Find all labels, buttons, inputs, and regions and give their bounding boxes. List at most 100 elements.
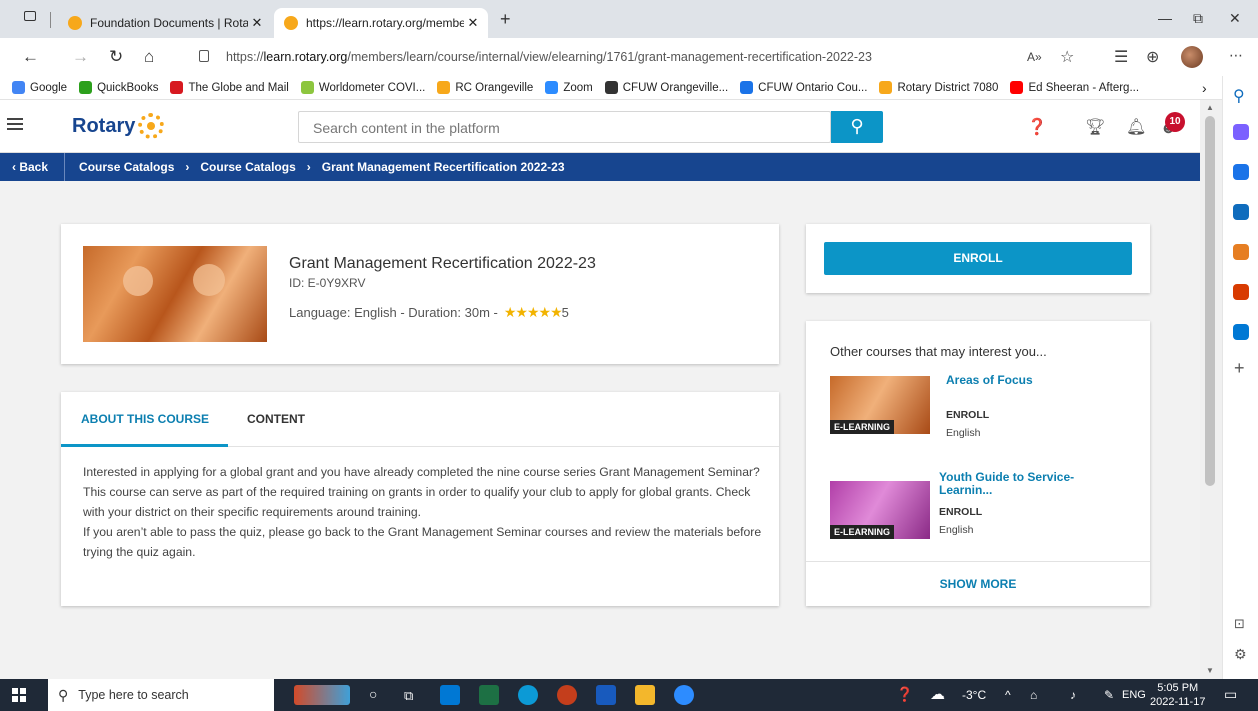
window-close-icon[interactable]: ✕ — [1229, 10, 1241, 27]
bookmarks-overflow-icon[interactable]: › — [1202, 80, 1207, 96]
browser-tab-foundation-documents[interactable]: Foundation Documents | Rotary I ✕ — [58, 8, 272, 38]
course-title: Grant Management Recertification 2022-23 — [289, 255, 596, 272]
tab-content[interactable]: CONTENT — [247, 412, 305, 426]
favorites-list-icon[interactable]: ☰ — [1114, 47, 1128, 67]
show-more-link[interactable]: SHOW MORE — [806, 577, 1150, 591]
pen-icon[interactable]: ✎ — [1104, 688, 1114, 702]
tab-close-icon[interactable]: ✕ — [464, 15, 482, 31]
windows-start-icon[interactable] — [12, 688, 26, 702]
help-icon[interactable]: ❓ — [1027, 117, 1047, 136]
home-icon[interactable]: ⌂ — [144, 47, 154, 67]
shopping-tag-icon[interactable] — [1233, 164, 1249, 180]
file-explorer-icon[interactable] — [635, 685, 655, 705]
bookmark-cfuw-ontario[interactable]: CFUW Ontario Cou... — [740, 81, 867, 94]
scroll-down-icon[interactable]: ▼ — [1206, 666, 1214, 675]
scrollbar-thumb[interactable] — [1205, 116, 1215, 486]
course-thumbnail[interactable]: E-LEARNING — [830, 376, 930, 434]
tools-icon[interactable] — [1233, 204, 1249, 220]
breadcrumb: ‹ Back Course Catalogs › Course Catalogs… — [0, 153, 1200, 181]
help-icon[interactable]: ❓ — [896, 686, 913, 703]
course-thumbnail[interactable]: E-LEARNING — [830, 481, 930, 539]
office-icon[interactable] — [1233, 284, 1249, 300]
network-icon[interactable]: ⌂ — [1030, 688, 1037, 702]
restore-icon[interactable]: ⧉ — [1193, 10, 1203, 27]
course-link-areas-of-focus[interactable]: Areas of Focus — [946, 374, 1136, 387]
search-icon[interactable]: ⚲ — [1233, 86, 1245, 106]
active-tab-indicator — [61, 444, 228, 447]
bookmark-rc-orangeville[interactable]: RC Orangeville — [437, 81, 533, 94]
read-aloud-icon[interactable]: A» — [1027, 50, 1042, 64]
trophy-icon[interactable]: 🏆︎ — [1085, 117, 1105, 136]
favorite-star-icon[interactable]: ☆ — [1060, 47, 1074, 67]
sidebar-toggle-icon[interactable]: ⊡ — [1234, 616, 1245, 632]
bookmark-worldometer[interactable]: Worldometer COVI... — [300, 81, 425, 94]
back-link[interactable]: ‹ Back — [0, 153, 66, 181]
bookmark-globe-and-mail[interactable]: The Globe and Mail — [170, 81, 289, 94]
minimize-icon[interactable]: — — [1158, 10, 1172, 26]
cfuw-icon — [740, 81, 754, 94]
outlook-icon[interactable] — [1233, 324, 1249, 340]
enroll-button[interactable]: ENROLL — [824, 242, 1132, 275]
breadcrumb-item-course-catalogs[interactable]: Course Catalogs — [200, 160, 295, 174]
search-button[interactable]: ⚲ — [831, 111, 883, 143]
zoom-app-icon[interactable] — [674, 685, 694, 705]
back-arrow-icon[interactable]: ← — [22, 47, 39, 67]
site-header: Rotary Search content in the platform ⚲ … — [0, 100, 1200, 153]
tab-close-icon[interactable]: ✕ — [248, 15, 266, 31]
language-indicator[interactable]: ENG — [1122, 689, 1146, 701]
tab-separator — [50, 12, 51, 28]
hamburger-menu-icon[interactable] — [7, 118, 23, 130]
outlook-app-icon[interactable] — [440, 685, 460, 705]
breadcrumb-item-course-catalogs[interactable]: Course Catalogs — [79, 160, 174, 174]
taskbar-search-placeholder: Type here to search — [78, 688, 189, 702]
tab-title: https://learn.rotary.org/member — [306, 16, 464, 30]
course-link-youth-guide[interactable]: Youth Guide to Service-Learnin... — [939, 471, 1109, 497]
notifications-icon[interactable]: ▭ — [1224, 686, 1237, 703]
page-scrollbar[interactable]: ▲ ▼ — [1200, 100, 1222, 679]
settings-gear-icon[interactable]: ⚙ — [1234, 646, 1247, 663]
taskbar-clock[interactable]: 5:05 PM 2022-11-17 — [1150, 681, 1205, 709]
news-widget-icon[interactable] — [294, 685, 350, 705]
address-bar-row: ← → ↻ ⌂ https://learn.rotary.org/members… — [0, 38, 1258, 76]
sparkle-icon[interactable] — [1233, 124, 1249, 140]
bookmark-rotary-district[interactable]: Rotary District 7080 — [879, 81, 998, 94]
excel-app-icon[interactable] — [479, 685, 499, 705]
url-field[interactable]: https://learn.rotary.org/members/learn/c… — [226, 50, 872, 64]
add-icon[interactable]: + — [1234, 358, 1245, 379]
enroll-link[interactable]: ENROLL — [939, 506, 982, 518]
tab-actions-icon[interactable] — [24, 11, 36, 21]
browser-tab-learn-rotary[interactable]: https://learn.rotary.org/member ✕ — [274, 8, 488, 38]
taskbar-search-input[interactable]: ⚲ Type here to search — [48, 679, 274, 711]
enroll-link[interactable]: ENROLL — [946, 409, 989, 421]
task-view-icon[interactable]: ⧉ — [404, 688, 413, 704]
lock-icon[interactable] — [199, 50, 209, 62]
bookmark-cfuw-orangeville[interactable]: CFUW Orangeville... — [604, 81, 728, 94]
bookmark-google[interactable]: Google — [12, 81, 67, 94]
weather-temperature[interactable]: -3°C — [962, 688, 986, 702]
powerpoint-app-icon[interactable] — [557, 685, 577, 705]
more-menu-icon[interactable]: ⋯ — [1229, 47, 1243, 64]
new-tab-button[interactable]: + — [500, 9, 511, 30]
edge-app-icon[interactable] — [518, 685, 538, 705]
clock-time: 5:05 PM — [1157, 682, 1199, 694]
search-input[interactable]: Search content in the platform — [298, 111, 831, 143]
rotary-logo[interactable]: Rotary — [72, 113, 165, 139]
bookmark-zoom[interactable]: Zoom — [545, 81, 593, 94]
enroll-card: ENROLL — [806, 224, 1150, 293]
volume-icon[interactable]: ♪ — [1070, 688, 1076, 702]
tab-about-this-course[interactable]: ABOUT THIS COURSE — [81, 412, 209, 426]
profile-avatar[interactable] — [1181, 46, 1203, 68]
quickbooks-icon — [79, 81, 93, 94]
show-hidden-icons[interactable]: ^ — [1005, 688, 1011, 702]
games-icon[interactable] — [1233, 244, 1249, 260]
refresh-icon[interactable]: ↻ — [109, 47, 123, 67]
cortana-icon[interactable]: ○ — [369, 686, 377, 702]
forward-arrow-icon[interactable]: → — [72, 47, 89, 67]
edge-sidebar: ⚲ + ⊡ ⚙ — [1222, 76, 1258, 679]
collections-icon[interactable]: ⊕ — [1146, 47, 1159, 67]
bookmark-ed-sheeran[interactable]: Ed Sheeran - Afterg... — [1010, 81, 1139, 94]
bookmark-quickbooks[interactable]: QuickBooks — [79, 81, 158, 94]
scroll-up-icon[interactable]: ▲ — [1206, 103, 1214, 112]
bell-icon[interactable]: 🔔︎ — [1126, 117, 1146, 136]
word-app-icon[interactable] — [596, 685, 616, 705]
